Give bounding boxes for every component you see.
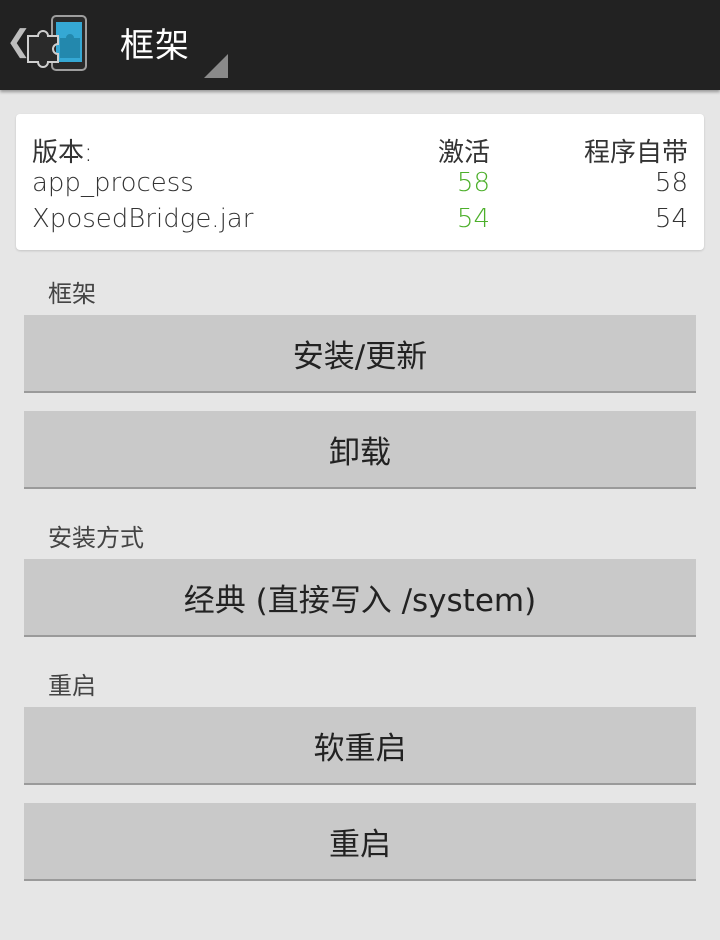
spinner-corner-icon — [204, 54, 228, 78]
action-bar: ❮ 框架 — [0, 0, 720, 90]
reboot-button[interactable]: 重启 — [24, 803, 696, 881]
col-active-header: 激活 — [437, 138, 490, 168]
page-title: 框架 — [120, 26, 190, 66]
install-update-button[interactable]: 安装/更新 — [24, 315, 696, 393]
install-mode-spinner[interactable]: 经典 (直接写入 /system) — [24, 559, 696, 637]
uninstall-button[interactable]: 卸载 — [24, 411, 696, 489]
home-up-button[interactable]: ❮ — [0, 0, 96, 90]
soft-reboot-button[interactable]: 软重启 — [24, 707, 696, 785]
row-active-value: 58 — [456, 168, 490, 198]
row-name: XposedBridge.jar — [32, 204, 254, 234]
row-name: app_process — [32, 168, 194, 198]
section-label-install-mode: 安装方式 — [48, 524, 144, 552]
version-header-label: 版本: — [32, 138, 93, 168]
section-label-framework: 框架 — [48, 280, 96, 308]
row-active-value: 54 — [456, 204, 490, 234]
version-card: 版本: 激活 程序自带 app_process 58 58 XposedBrid… — [16, 114, 704, 250]
col-bundled-header: 程序自带 — [583, 138, 688, 168]
title-spinner[interactable]: 框架 — [96, 0, 236, 90]
xposed-puzzle-icon — [27, 15, 87, 71]
section-label-reboot: 重启 — [48, 672, 96, 700]
row-bundled-value: 58 — [654, 168, 688, 198]
row-bundled-value: 54 — [654, 204, 688, 234]
